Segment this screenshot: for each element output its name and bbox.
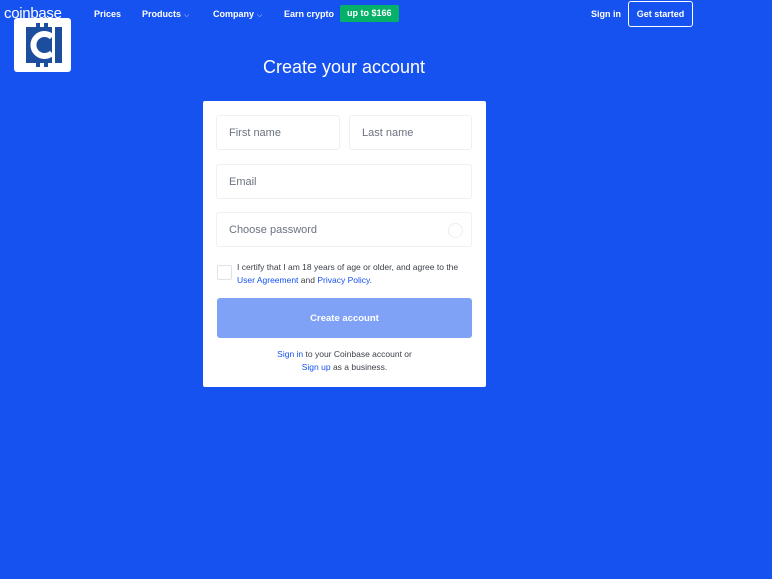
page-title: Create your account	[262, 57, 426, 77]
nav-prices[interactable]: Prices	[94, 9, 121, 19]
terms-period: .	[369, 275, 373, 285]
email-field[interactable]	[216, 164, 472, 199]
earn-promo-badge[interactable]: up to $166	[340, 5, 399, 22]
privacy-policy-link[interactable]: Privacy Policy	[317, 275, 369, 285]
terms-text: I certify that I am 18 years of age or o…	[237, 262, 459, 272]
nav-prices-label: Prices	[94, 9, 122, 19]
user-agreement-link[interactable]: User Agreement	[237, 275, 298, 285]
footer-text-1: to your Coinbase account or	[305, 349, 412, 359]
chevron-down-icon: ⌵	[257, 12, 263, 19]
terms-label: I certify that I am 18 years of age or o…	[237, 261, 477, 287]
password-visibility-icon[interactable]	[448, 223, 463, 238]
terms-and-text: and	[300, 275, 315, 285]
header-sign-in-link[interactable]: Sign in	[591, 9, 621, 19]
age-terms-checkbox[interactable]	[217, 265, 232, 280]
nav-products-label: Products	[142, 9, 182, 19]
last-name-field[interactable]	[349, 115, 472, 150]
nav-earn-crypto-label: Earn crypto	[284, 9, 335, 19]
nav-earn-crypto[interactable]: Earn crypto	[284, 9, 334, 19]
create-account-button[interactable]: Create account	[217, 298, 472, 338]
signup-form-card: I certify that I am 18 years of age or o…	[203, 101, 486, 387]
last-name-input[interactable]	[350, 116, 471, 149]
footer-sign-up-link[interactable]: Sign up	[302, 362, 331, 372]
nav-company[interactable]: Company ⌵	[213, 9, 262, 20]
nav-products[interactable]: Products ⌵	[142, 9, 189, 20]
get-started-button[interactable]: Get started	[628, 1, 693, 27]
email-input[interactable]	[217, 165, 471, 198]
form-footer: Sign in to your Coinbase account or Sign…	[203, 348, 486, 374]
first-name-field[interactable]	[216, 115, 340, 150]
password-field[interactable]	[216, 212, 472, 247]
password-input[interactable]	[217, 213, 471, 246]
footer-sign-in-link[interactable]: Sign in	[277, 349, 303, 359]
nav-company-label: Company	[213, 9, 255, 19]
chevron-down-icon: ⌵	[184, 12, 190, 19]
footer-text-2: as a business.	[332, 362, 388, 372]
first-name-input[interactable]	[217, 116, 339, 149]
